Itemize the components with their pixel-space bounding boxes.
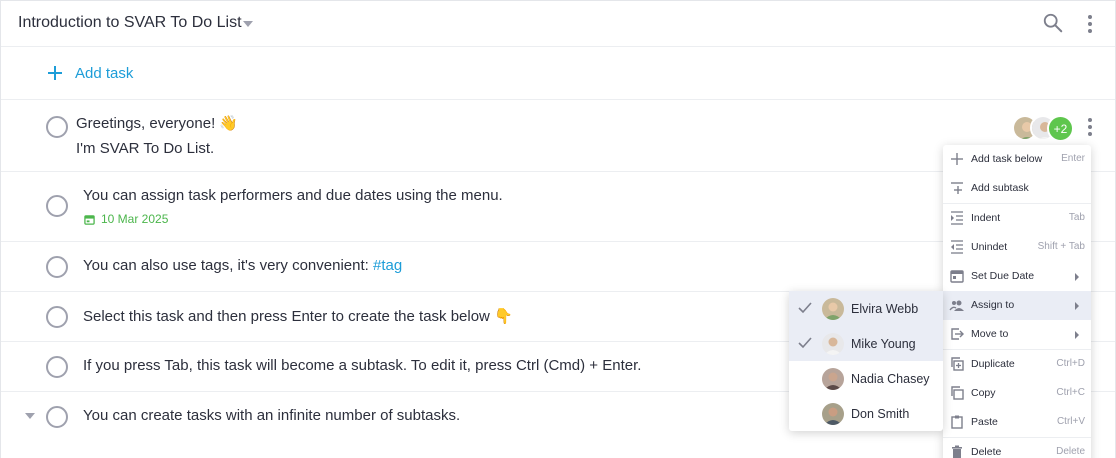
calendar-icon	[950, 270, 964, 283]
menu-item-add-task-below[interactable]: Add task below Enter	[943, 145, 1091, 174]
move-to-icon	[951, 328, 964, 340]
menu-item-label: Copy	[971, 387, 996, 399]
chevron-right-icon	[1075, 273, 1079, 281]
assignee-name: Elvira Webb	[851, 302, 919, 316]
task-checkbox[interactable]	[46, 195, 68, 217]
task-checkbox[interactable]	[46, 356, 68, 378]
menu-item-hotkey: Ctrl+D	[1056, 358, 1085, 369]
check-icon	[798, 302, 812, 314]
menu-item-paste[interactable]: Paste Ctrl+V	[943, 408, 1091, 437]
task-text: Select this task and then press Enter to…	[83, 308, 513, 325]
menu-item-label: Paste	[971, 416, 998, 428]
duplicate-icon	[951, 357, 964, 371]
menu-item-label: Unindet	[971, 241, 1008, 253]
menu-item-hotkey: Shift + Tab	[1037, 241, 1085, 252]
project-title[interactable]: Introduction to SVAR To Do List	[18, 14, 242, 32]
menu-item-assign-to[interactable]: Assign to	[943, 291, 1091, 320]
assignee-name: Nadia Chasey	[851, 372, 930, 386]
task-text: If you press Tab, this task will become …	[83, 357, 642, 374]
avatar	[822, 333, 844, 355]
avatar	[822, 368, 844, 390]
more-vertical-icon[interactable]	[1082, 115, 1098, 139]
more-assignees-badge[interactable]: +2	[1047, 115, 1074, 142]
task-checkbox[interactable]	[46, 256, 68, 278]
unindent-icon	[951, 240, 963, 254]
chevron-right-icon	[1075, 302, 1079, 310]
menu-item-label: Move to	[971, 328, 1009, 340]
menu-item-add-subtask[interactable]: Add subtask	[943, 174, 1091, 203]
assignee-name: Don Smith	[851, 407, 910, 421]
tag-link[interactable]: #tag	[373, 257, 402, 274]
menu-item-hotkey: Ctrl+V	[1056, 416, 1085, 427]
add-task-button[interactable]: Add task	[47, 61, 133, 85]
menu-item-label: Set Due Date	[971, 270, 1035, 282]
menu-item-move-to[interactable]: Move to	[943, 320, 1091, 349]
avatar	[822, 298, 844, 320]
menu-item-label: Add task below	[971, 153, 1043, 165]
menu-item-delete[interactable]: Delete Delete	[943, 438, 1091, 458]
menu-item-label: Add subtask	[971, 182, 1029, 194]
task-text: Greetings, everyone! 👋	[76, 115, 239, 132]
menu-item-label: Indent	[971, 212, 1001, 224]
paste-icon	[951, 415, 963, 429]
todo-app: Introduction to SVAR To Do List Add task…	[0, 0, 1116, 458]
menu-item-hotkey: Enter	[1061, 153, 1085, 164]
add-task-label: Add task	[75, 64, 134, 82]
task-text-line2: I'm SVAR To Do List.	[76, 140, 215, 157]
task-assignees[interactable]: +2	[1012, 115, 1074, 142]
indent-icon	[951, 211, 963, 225]
users-icon	[949, 300, 964, 311]
task-checkbox[interactable]	[46, 306, 68, 328]
search-icon[interactable]	[1042, 12, 1064, 34]
assignee-item-mike-young[interactable]: Mike Young	[789, 326, 943, 361]
menu-item-hotkey: Tab	[1068, 212, 1085, 223]
collapse-toggle-icon[interactable]	[25, 413, 35, 419]
menu-item-label: Assign to	[971, 299, 1015, 311]
menu-item-hotkey: Delete	[1056, 446, 1085, 457]
copy-icon	[951, 386, 964, 400]
assignee-item-nadia-chasey[interactable]: Nadia Chasey	[789, 361, 943, 396]
menu-item-set-due-date[interactable]: Set Due Date	[943, 262, 1091, 291]
plus-icon	[48, 66, 62, 80]
header: Introduction to SVAR To Do List	[1, 1, 1115, 47]
check-icon	[798, 337, 812, 349]
menu-item-indent[interactable]: Indent Tab	[943, 204, 1091, 233]
chevron-down-icon[interactable]	[243, 21, 253, 27]
menu-item-hotkey: Ctrl+C	[1056, 387, 1085, 398]
menu-item-label: Duplicate	[971, 358, 1015, 370]
add-subtask-icon	[951, 182, 963, 194]
due-date[interactable]: 10 Mar 2025	[84, 212, 168, 226]
menu-item-copy[interactable]: Copy Ctrl+C	[943, 379, 1091, 408]
task-checkbox[interactable]	[46, 116, 68, 138]
assignee-item-elvira-webb[interactable]: Elvira Webb	[789, 291, 943, 326]
calendar-icon	[84, 214, 95, 225]
avatar	[822, 403, 844, 425]
trash-icon	[952, 445, 962, 458]
assign-submenu: Elvira Webb Mike Young Nadia Chasey Don …	[789, 291, 943, 431]
menu-item-duplicate[interactable]: Duplicate Ctrl+D	[943, 350, 1091, 379]
assignee-name: Mike Young	[851, 337, 916, 351]
task-checkbox[interactable]	[46, 406, 68, 428]
more-vertical-icon[interactable]	[1082, 12, 1098, 36]
task-text: You can create tasks with an infinite nu…	[83, 407, 461, 424]
assignee-item-don-smith[interactable]: Don Smith	[789, 396, 943, 431]
task-text: You can also use tags, it's very conveni…	[83, 257, 402, 274]
plus-icon	[951, 153, 963, 165]
chevron-right-icon	[1075, 331, 1079, 339]
task-text-main: You can also use tags, it's very conveni…	[83, 257, 373, 274]
menu-item-label: Delete	[971, 446, 1002, 458]
menu-item-unindent[interactable]: Unindet Shift + Tab	[943, 233, 1091, 262]
due-date-label: 10 Mar 2025	[101, 212, 169, 226]
context-menu: Add task below Enter Add subtask Indent …	[943, 145, 1091, 458]
task-text: You can assign task performers and due d…	[83, 187, 503, 204]
